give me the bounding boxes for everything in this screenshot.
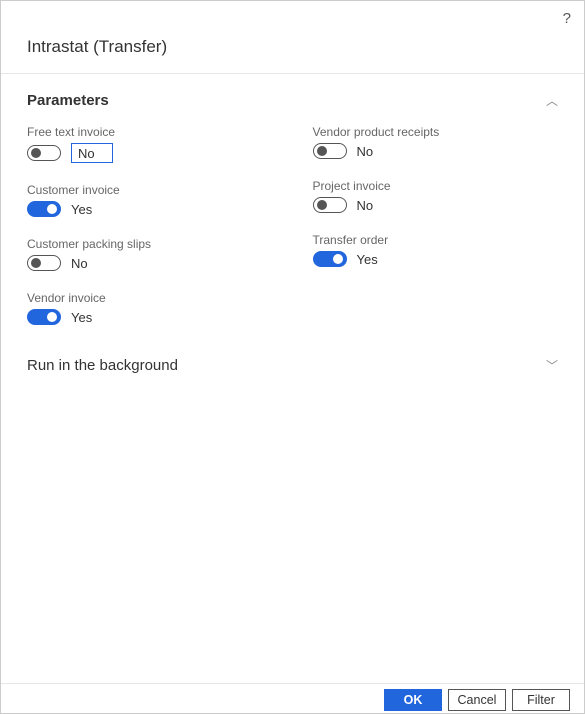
toggle-knob <box>47 312 57 322</box>
input-free-text-invoice[interactable]: No <box>71 143 113 163</box>
toggle-vendor-product-receipts[interactable] <box>313 143 347 159</box>
label-customer-packing-slips: Customer packing slips <box>27 237 273 251</box>
value-project-invoice: No <box>357 198 374 213</box>
label-transfer-order: Transfer order <box>313 233 559 247</box>
dialog-title: Intrastat (Transfer) <box>1 1 584 74</box>
column-left: Free text invoice No Customer invoice Ye… <box>27 125 273 325</box>
field-vendor-invoice: Vendor invoice Yes <box>27 291 273 325</box>
toggle-knob <box>317 146 327 156</box>
parameters-title: Parameters <box>27 92 109 109</box>
chevron-up-icon: ︿ <box>546 92 558 109</box>
toggle-knob <box>317 200 327 210</box>
toggle-knob <box>47 204 57 214</box>
parameters-header[interactable]: Parameters ︿ <box>1 74 584 115</box>
label-free-text-invoice: Free text invoice <box>27 125 273 139</box>
toggle-customer-invoice[interactable] <box>27 201 61 217</box>
field-transfer-order: Transfer order Yes <box>313 233 559 267</box>
filter-button[interactable]: Filter <box>512 689 570 711</box>
parameters-body: Free text invoice No Customer invoice Ye… <box>1 115 584 325</box>
run-background-header[interactable]: Run in the background ﹀ <box>1 339 584 380</box>
run-background-title: Run in the background <box>27 357 178 374</box>
toggle-knob <box>31 148 41 158</box>
field-customer-invoice: Customer invoice Yes <box>27 183 273 217</box>
toggle-vendor-invoice[interactable] <box>27 309 61 325</box>
toggle-transfer-order[interactable] <box>313 251 347 267</box>
field-customer-packing-slips: Customer packing slips No <box>27 237 273 271</box>
label-project-invoice: Project invoice <box>313 179 559 193</box>
toggle-project-invoice[interactable] <box>313 197 347 213</box>
toggle-free-text-invoice[interactable] <box>27 145 61 161</box>
field-project-invoice: Project invoice No <box>313 179 559 213</box>
value-vendor-invoice: Yes <box>71 310 92 325</box>
toggle-customer-packing-slips[interactable] <box>27 255 61 271</box>
value-customer-invoice: Yes <box>71 202 92 217</box>
field-free-text-invoice: Free text invoice No <box>27 125 273 163</box>
label-vendor-product-receipts: Vendor product receipts <box>313 125 559 139</box>
field-vendor-product-receipts: Vendor product receipts No <box>313 125 559 159</box>
toggle-knob <box>333 254 343 264</box>
chevron-down-icon: ﹀ <box>546 357 558 374</box>
label-customer-invoice: Customer invoice <box>27 183 273 197</box>
ok-button[interactable]: OK <box>384 689 442 711</box>
help-icon[interactable]: ? <box>563 10 571 27</box>
value-customer-packing-slips: No <box>71 256 88 271</box>
value-vendor-product-receipts: No <box>357 144 374 159</box>
cancel-button[interactable]: Cancel <box>448 689 506 711</box>
toggle-knob <box>31 258 41 268</box>
label-vendor-invoice: Vendor invoice <box>27 291 273 305</box>
value-transfer-order: Yes <box>357 252 378 267</box>
dialog-footer: OK Cancel Filter <box>1 683 584 713</box>
column-right: Vendor product receipts No Project invoi… <box>313 125 559 325</box>
